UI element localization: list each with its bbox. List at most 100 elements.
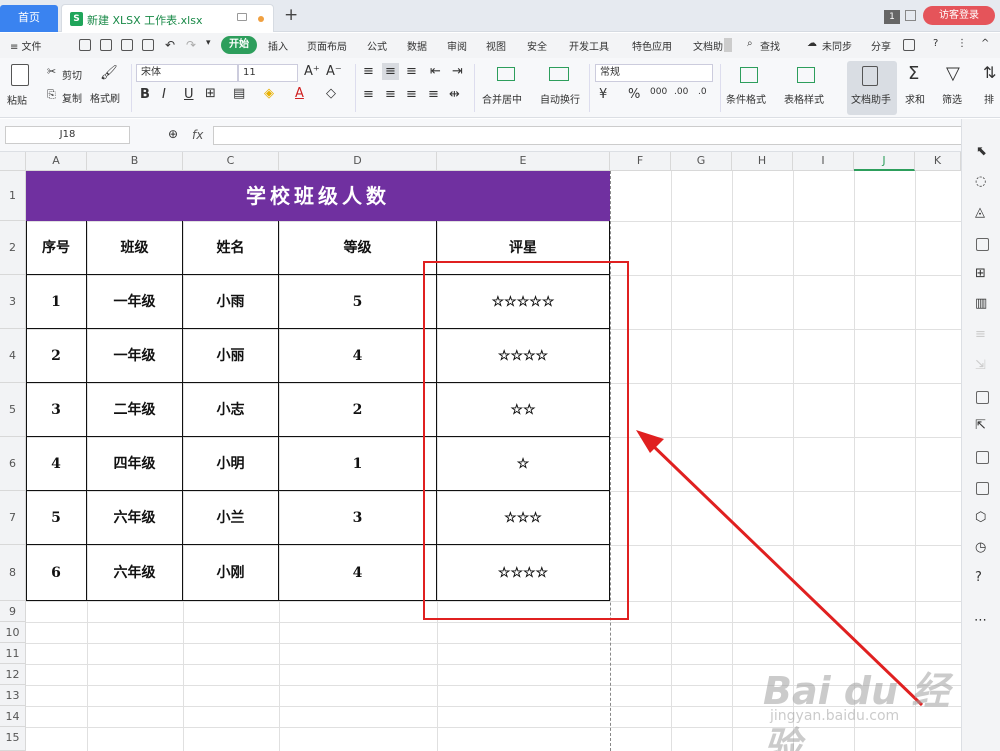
tab-start[interactable]: 开始 <box>221 36 257 54</box>
sum-button[interactable]: 求和 <box>905 91 925 106</box>
cut-button[interactable]: 剪切 <box>62 67 82 82</box>
cell-style-icon[interactable]: ▤ <box>233 87 245 100</box>
picture-icon[interactable] <box>976 482 989 495</box>
filter-button[interactable]: 筛选 <box>942 91 962 106</box>
window-icon[interactable] <box>905 10 916 21</box>
tab-data[interactable]: 数据 <box>407 38 427 53</box>
more-side-icon[interactable]: ⋯ <box>974 614 987 627</box>
image-icon[interactable] <box>976 391 989 404</box>
formula-input[interactable] <box>213 126 963 145</box>
cursor-icon[interactable]: ⬉ <box>976 145 987 158</box>
pivot-icon[interactable]: ⊞ <box>975 267 986 280</box>
collapse-ribbon-icon[interactable] <box>903 39 915 51</box>
share-side-icon[interactable]: ⇱ <box>975 419 986 432</box>
italic-button[interactable]: I <box>162 88 166 101</box>
paste-button[interactable]: 粘贴 <box>7 92 27 107</box>
currency-icon[interactable]: ¥ <box>599 88 607 101</box>
print-icon[interactable] <box>121 39 133 51</box>
preview-icon[interactable] <box>142 39 154 51</box>
conditional-format-icon[interactable] <box>740 67 758 83</box>
align-left-icon[interactable]: ≡ <box>363 88 374 101</box>
tab-doc-assistant[interactable]: 文档助 <box>693 38 723 53</box>
sort-button[interactable]: 排 <box>984 91 994 106</box>
distributed-icon[interactable]: ⇹ <box>449 88 460 101</box>
wrap-text-button[interactable]: 自动换行 <box>540 91 580 106</box>
search-button[interactable]: 查找 <box>760 38 780 53</box>
shield-icon[interactable]: ⬡ <box>975 511 986 524</box>
decrease-decimal-icon[interactable]: .0 <box>698 88 707 97</box>
more-icon[interactable]: ⋮ <box>957 38 967 49</box>
justify-icon[interactable]: ≡ <box>428 88 439 101</box>
increase-font-icon[interactable]: A⁺ <box>304 65 320 78</box>
table-style-button[interactable]: 表格样式 <box>784 91 824 106</box>
search-icon[interactable]: ⌕ <box>747 38 753 49</box>
wrap-text-icon[interactable] <box>549 67 569 81</box>
name-box[interactable]: J18 <box>5 126 130 144</box>
merge-center-button[interactable]: 合并居中 <box>482 91 522 106</box>
copy-button[interactable]: 复制 <box>62 90 82 105</box>
spreadsheet-grid[interactable]: A B C D E F G H I J K 1 2 3 4 5 6 7 8 9 … <box>0 152 961 751</box>
collapse-icon[interactable]: ^ <box>981 38 989 49</box>
shapes-icon[interactable]: ◌ <box>975 175 986 188</box>
font-size-select[interactable]: 11 <box>238 64 298 82</box>
tab-formulas[interactable]: 公式 <box>367 38 387 53</box>
table-icon[interactable] <box>976 238 989 251</box>
help-side-icon[interactable]: ? <box>975 571 982 584</box>
archive-icon[interactable] <box>976 451 989 464</box>
tab-view[interactable]: 视图 <box>486 38 506 53</box>
tab-security[interactable]: 安全 <box>527 38 547 53</box>
copy-icon[interactable]: ⎘ <box>47 89 56 100</box>
new-tab-button[interactable]: + <box>284 5 298 25</box>
percent-button[interactable]: % <box>628 88 640 101</box>
format-painter-button[interactable]: 格式刷 <box>90 90 120 105</box>
redo-icon[interactable]: ↷ <box>186 38 196 52</box>
align-center-icon[interactable]: ≡ <box>385 88 396 101</box>
align-middle-icon[interactable]: ≡ <box>382 63 399 80</box>
monitor-icon[interactable] <box>237 13 247 21</box>
sync-status[interactable]: 未同步 <box>822 38 852 53</box>
align-icon[interactable]: ≡ <box>975 328 986 341</box>
scroll-tabs-icon[interactable] <box>724 38 732 52</box>
conditional-format-button[interactable]: 条件格式 <box>726 91 766 106</box>
tab-developer[interactable]: 开发工具 <box>569 38 609 53</box>
fill-bucket-icon[interactable]: ◬ <box>975 206 985 219</box>
increase-decimal-icon[interactable]: .00 <box>674 88 688 97</box>
merge-icon[interactable] <box>497 67 515 81</box>
save-icon[interactable] <box>79 39 91 51</box>
history-icon[interactable]: ◷ <box>975 541 986 554</box>
zoom-icon[interactable]: ⊕ <box>168 128 178 140</box>
tab-features[interactable]: 特色应用 <box>632 38 672 53</box>
align-bottom-icon[interactable]: ≡ <box>406 65 417 78</box>
border-icon[interactable]: ⊞ <box>205 87 216 100</box>
fill-color-icon[interactable]: ◈ <box>264 87 274 100</box>
help-icon[interactable]: ? <box>933 38 938 49</box>
quick-access-dropdown-icon[interactable]: ▾ <box>206 38 211 48</box>
paste-icon[interactable] <box>11 64 29 86</box>
decrease-font-icon[interactable]: A⁻ <box>326 65 342 78</box>
bold-button[interactable]: B <box>140 88 150 101</box>
export-side-icon[interactable]: ⇲ <box>975 359 986 372</box>
number-format-select[interactable]: 常规 <box>595 64 713 82</box>
tab-page-layout[interactable]: 页面布局 <box>307 38 347 53</box>
file-tab[interactable]: S 新建 XLSX 工作表.xlsx <box>61 4 274 32</box>
font-color-icon[interactable]: A <box>295 87 304 100</box>
undo-icon[interactable]: ↶ <box>165 38 175 52</box>
clear-icon[interactable]: ◇ <box>326 87 336 100</box>
underline-button[interactable]: U <box>184 88 194 101</box>
font-name-select[interactable]: 宋体 <box>136 64 238 82</box>
export-icon[interactable] <box>100 39 112 51</box>
filter-icon[interactable]: ▽ <box>946 65 960 83</box>
indent-increase-icon[interactable]: ⇥ <box>452 65 463 78</box>
sort-icon[interactable]: ⇅ <box>983 65 996 81</box>
window-count-badge[interactable]: 1 <box>884 10 900 24</box>
sum-icon[interactable]: Σ <box>908 65 919 83</box>
indent-decrease-icon[interactable]: ⇤ <box>430 65 441 78</box>
share-button[interactable]: 分享 <box>871 38 891 53</box>
menu-file[interactable]: ≡ 文件 <box>10 38 42 53</box>
login-button[interactable]: 访客登录 <box>923 6 995 25</box>
table-style-icon[interactable] <box>797 67 815 83</box>
scissors-icon[interactable]: ✂ <box>47 66 56 77</box>
align-top-icon[interactable]: ≡ <box>363 65 374 78</box>
home-tab[interactable]: 首页 <box>0 5 58 32</box>
tab-review[interactable]: 审阅 <box>447 38 467 53</box>
